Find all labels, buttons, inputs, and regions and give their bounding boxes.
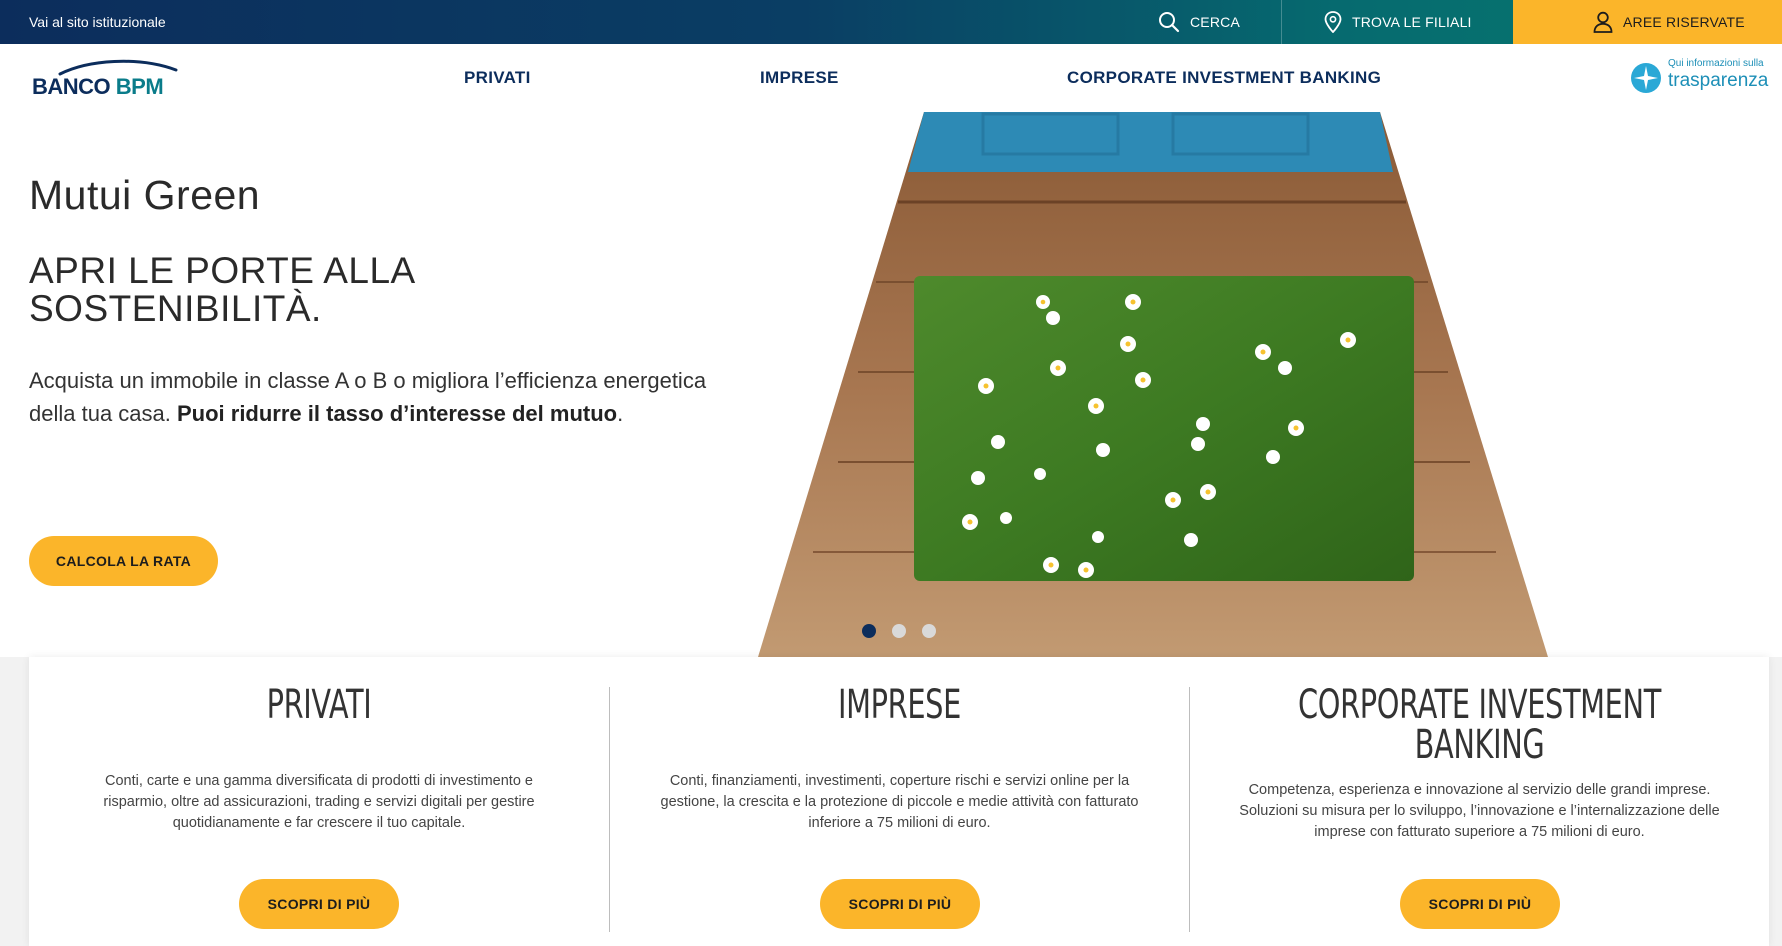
transparency-small-text: Qui informazioni sulla [1668,58,1764,69]
user-icon [1593,11,1613,33]
search-button[interactable]: CERCA [1158,0,1240,44]
sparkle-icon [1631,63,1661,93]
hero-desc-bold: Puoi ridurre il tasso d’interesse del mu… [176,401,618,426]
card-title: PRIVATI [266,682,372,728]
card-corporate-investment-banking: CORPORATE INVESTMENT BANKING Competenza,… [1189,685,1769,932]
card-text-line2: Soluzioni su misura per lo sviluppo, l’i… [1239,803,1720,840]
find-branches-button[interactable]: TROVA LE FILIALI [1281,0,1513,44]
carousel-dot-1[interactable] [862,624,876,638]
find-branches-label: TROVA LE FILIALI [1352,14,1472,30]
card-imprese: IMPRESE Conti, finanziamenti, investimen… [609,682,1189,932]
nav-imprese[interactable]: IMPRESE [760,44,839,112]
reserved-areas-button[interactable]: AREE RISERVATE [1513,0,1782,44]
utility-bar: Vai al sito istituzionale CERCA TROVA LE… [0,0,1782,44]
card-title: CORPORATE INVESTMENT BANKING [1285,685,1673,765]
carousel-dots [862,624,936,638]
calculate-rate-button[interactable]: CALCOLA LA RATA [29,536,218,586]
card-text: Conti, finanziamenti, investimenti, cope… [660,773,1139,831]
search-icon [1159,12,1180,33]
search-label: CERCA [1190,14,1241,30]
hero-desc-end: . [617,401,624,426]
hero-subtitle: APRI LE PORTE ALLA SOSTENIBILITÀ. [29,252,549,328]
nav-corporate-investment-banking[interactable]: CORPORATE INVESTMENT BANKING [1067,44,1381,112]
hero-subtitle-line2: SOSTENIBILITÀ. [29,288,322,329]
transparency-big-text: trasparenza [1668,70,1769,91]
main-header: BANCO BPM PRIVATI IMPRESE CORPORATE INVE… [0,44,1782,112]
card-title-line2: BANKING [1414,722,1545,768]
hero-subtitle-line1: APRI LE PORTE ALLA [29,250,416,291]
privati-discover-button[interactable]: SCOPRI DI PIÙ [239,879,399,929]
card-text-line1: Competenza, esperienza e innovazione al … [1248,782,1711,798]
institutional-site-link[interactable]: Vai al sito istituzionale [29,0,166,44]
hero-description: Acquista un immobile in classe A o B o m… [29,364,749,430]
hero-image-doormat [758,112,1548,657]
card-text: Competenza, esperienza e innovazione al … [1230,780,1729,843]
card-privati: PRIVATI Conti, carte e una gamma diversi… [29,657,609,946]
hero-carousel: Mutui Green APRI LE PORTE ALLA SOSTENIBI… [0,112,1782,657]
carousel-dot-3[interactable] [922,624,936,638]
logo-text-bpm: BPM [115,74,164,99]
card-text: Conti, carte e una gamma diversificata d… [103,773,535,831]
nav-privati[interactable]: PRIVATI [464,44,531,112]
segments-panel: PRIVATI Conti, carte e una gamma diversi… [29,657,1769,946]
reserved-areas-label: AREE RISERVATE [1623,14,1745,30]
logo-text: BANCO BPM [32,74,164,100]
cib-discover-button[interactable]: SCOPRI DI PIÙ [1400,879,1560,929]
banco-bpm-logo[interactable]: BANCO BPM [32,58,180,100]
map-pin-icon [1324,11,1342,33]
card-title: IMPRESE [838,682,961,728]
hero-title: Mutui Green [29,172,261,218]
transparency-link[interactable]: Qui informazioni sulla trasparenza [1628,58,1770,98]
logo-text-banco: BANCO [32,74,111,99]
imprese-discover-button[interactable]: SCOPRI DI PIÙ [820,879,980,929]
carousel-dot-2[interactable] [892,624,906,638]
